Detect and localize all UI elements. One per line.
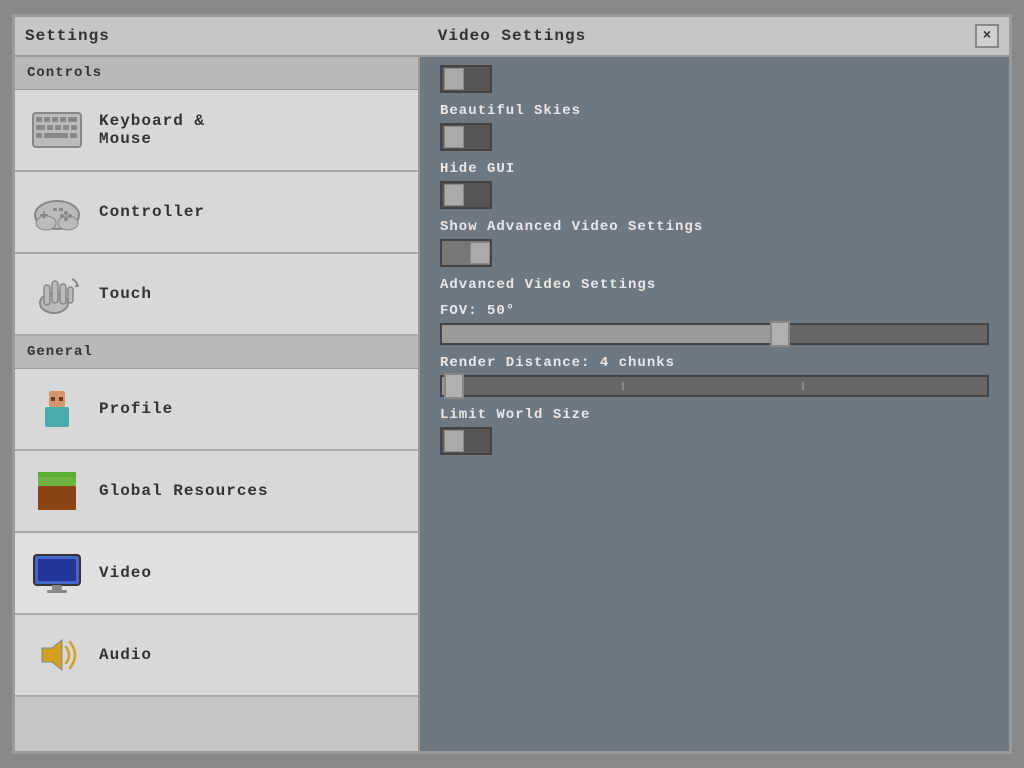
controls-section-header: Controls [15, 57, 418, 90]
sidebar-item-keyboard-mouse[interactable]: Keyboard &Mouse [15, 90, 418, 172]
advanced-video-header-row: Advanced Video Settings [440, 277, 989, 293]
show-advanced-thumb [470, 242, 490, 264]
fov-slider[interactable] [440, 323, 989, 345]
global-resources-label: Global Resources [99, 482, 269, 500]
video-label: Video [99, 564, 152, 582]
beautiful-skies-toggle-container [440, 123, 989, 151]
render-distance-setting: Render Distance: 4 chunks [440, 355, 989, 397]
hide-gui-toggle[interactable] [440, 181, 492, 209]
hide-gui-thumb [444, 184, 464, 206]
limit-world-size-thumb [444, 430, 464, 452]
profile-label: Profile [99, 400, 173, 418]
beautiful-skies-toggle[interactable] [440, 123, 492, 151]
window-center-title: Video Settings [438, 27, 586, 45]
touch-label: Touch [99, 285, 152, 303]
right-panel: Beautiful Skies Hide GUI Show Adva [420, 57, 1009, 751]
limit-world-size-label: Limit World Size [440, 407, 989, 423]
main-content: Controls [15, 57, 1009, 751]
hide-gui-label: Hide GUI [440, 161, 989, 177]
keyboard-icon [31, 104, 83, 156]
hide-gui-setting: Hide GUI [440, 161, 989, 209]
top-partial-toggle [440, 65, 989, 93]
advanced-video-header-label: Advanced Video Settings [440, 277, 989, 293]
sidebar: Controls [15, 57, 420, 751]
sidebar-item-profile[interactable]: Profile [15, 369, 418, 451]
limit-world-size-toggle-container [440, 427, 989, 455]
title-bar: Settings Video Settings × [15, 17, 1009, 57]
profile-icon [31, 383, 83, 435]
touch-icon [31, 268, 83, 320]
global-resources-icon [31, 465, 83, 517]
render-distance-thumb[interactable] [444, 373, 464, 399]
sidebar-item-touch[interactable]: Touch [15, 254, 418, 336]
top-toggle-switch[interactable] [440, 65, 492, 93]
general-section-header: General [15, 336, 418, 369]
fov-thumb[interactable] [770, 321, 790, 347]
limit-world-size-setting: Limit World Size [440, 407, 989, 455]
hide-gui-toggle-container [440, 181, 989, 209]
controller-label: Controller [99, 203, 205, 221]
show-advanced-label: Show Advanced Video Settings [440, 219, 989, 235]
close-button[interactable]: × [975, 24, 999, 48]
fov-setting: FOV: 50° [440, 303, 989, 345]
top-toggle-thumb [444, 68, 464, 90]
beautiful-skies-thumb [444, 126, 464, 148]
sidebar-item-audio[interactable]: Audio [15, 615, 418, 697]
render-distance-label: Render Distance: 4 chunks [440, 355, 989, 371]
fov-fill [442, 325, 780, 343]
beautiful-skies-label: Beautiful Skies [440, 103, 989, 119]
show-advanced-toggle-container [440, 239, 989, 267]
render-tick-2 [802, 382, 804, 390]
beautiful-skies-setting: Beautiful Skies [440, 103, 989, 151]
window-left-title: Settings [25, 27, 110, 45]
limit-world-size-toggle[interactable] [440, 427, 492, 455]
render-distance-slider[interactable] [440, 375, 989, 397]
show-advanced-setting: Show Advanced Video Settings [440, 219, 989, 267]
render-tick-1 [622, 382, 624, 390]
fov-label: FOV: 50° [440, 303, 989, 319]
video-icon [31, 547, 83, 599]
settings-window: Settings Video Settings × Controls [12, 14, 1012, 754]
audio-icon [31, 629, 83, 681]
controller-icon [31, 186, 83, 238]
keyboard-mouse-label: Keyboard &Mouse [99, 112, 205, 148]
show-advanced-toggle[interactable] [440, 239, 492, 267]
sidebar-item-global-resources[interactable]: Global Resources [15, 451, 418, 533]
audio-label: Audio [99, 646, 152, 664]
sidebar-item-video[interactable]: Video [15, 533, 418, 615]
sidebar-item-controller[interactable]: Controller [15, 172, 418, 254]
